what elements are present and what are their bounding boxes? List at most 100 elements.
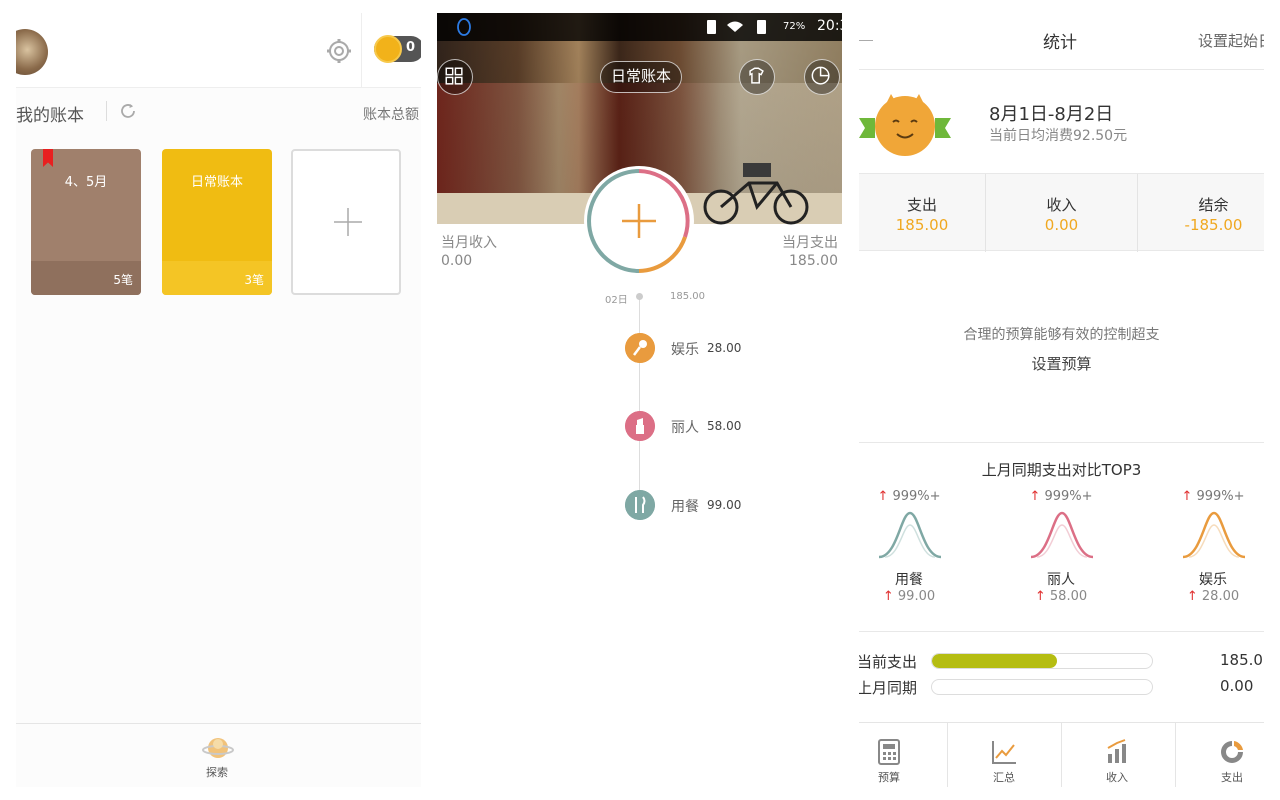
stats-header: 统计 设置起始日 bbox=[859, 13, 1264, 70]
skin-button[interactable] bbox=[739, 59, 775, 95]
month-income-label: 当月收入 bbox=[441, 235, 497, 251]
back-icon[interactable] bbox=[859, 40, 873, 41]
timeline bbox=[639, 295, 640, 505]
gear-icon[interactable] bbox=[325, 37, 353, 65]
coin-count: 0 bbox=[406, 40, 416, 55]
divider bbox=[1175, 723, 1176, 787]
progress-track bbox=[931, 653, 1153, 669]
last-month-row: 上月同期 0.00 bbox=[859, 675, 1264, 699]
date-range: 8月1日-8月2日 bbox=[989, 104, 1114, 125]
tab-budget[interactable]: 预算 bbox=[859, 723, 939, 787]
amount-row: ↑ 58.00 bbox=[1011, 589, 1111, 604]
month-expense-value: 185.00 bbox=[789, 253, 838, 269]
books-total-link[interactable]: 账本总额 bbox=[363, 104, 419, 124]
set-budget-button[interactable]: 设置预算 bbox=[859, 353, 1264, 374]
tab-expense[interactable]: 支出 bbox=[1182, 723, 1264, 787]
month-income-value: 0.00 bbox=[441, 253, 473, 269]
add-book-button[interactable] bbox=[291, 149, 401, 295]
add-record-button[interactable] bbox=[582, 164, 696, 278]
book-card[interactable]: 4、5月 5笔 bbox=[31, 149, 141, 295]
nav-explore-label[interactable]: 探索 bbox=[206, 764, 228, 780]
comparison-item[interactable]: ↑ 999%+ 娱乐 ↑ 28.00 bbox=[1163, 487, 1263, 617]
comparison-item[interactable]: ↑ 999%+ 用餐 ↑ 99.00 bbox=[859, 487, 959, 617]
timeline-date: 02日 bbox=[605, 295, 628, 306]
bottom-tabs: 预算 汇总 收入 支出 bbox=[859, 722, 1264, 787]
month-expense-label: 当月支出 bbox=[782, 235, 838, 251]
up-arrow-icon: ↑ bbox=[882, 589, 894, 604]
change-row: ↑ 999%+ bbox=[1163, 489, 1263, 504]
book-title: 4、5月 bbox=[64, 175, 108, 190]
change-percent: 999%+ bbox=[1044, 489, 1093, 504]
grid-button[interactable] bbox=[437, 59, 473, 95]
bell-curve-icon bbox=[1030, 511, 1094, 559]
ledger-screen: 72% 20:3 日常账本 当月收入 0.00 当月支出 185.00 02日 … bbox=[437, 13, 842, 787]
grid-icon bbox=[445, 67, 463, 85]
home-screen: 0 我的账本 账本总额 4、5月 5笔 日常账本 3笔 探索 bbox=[16, 13, 421, 787]
tab-income[interactable]: 收入 bbox=[1067, 723, 1167, 787]
change-percent: 999%+ bbox=[1196, 489, 1245, 504]
divider bbox=[106, 101, 107, 121]
refresh-icon[interactable] bbox=[118, 101, 138, 121]
planet-icon[interactable] bbox=[202, 735, 234, 761]
status-bar: 72% 20:3 bbox=[437, 13, 842, 41]
set-start-day-button[interactable]: 设置起始日 bbox=[1198, 30, 1264, 51]
up-arrow-icon: ↑ bbox=[1034, 589, 1046, 604]
comparison-amount: 99.00 bbox=[897, 589, 936, 604]
income-summary: 收入 0.00 bbox=[986, 174, 1137, 252]
expense-summary: 支出 185.00 bbox=[859, 174, 985, 252]
change-row: ↑ 999%+ bbox=[859, 489, 959, 504]
record-amount: 58.00 bbox=[707, 419, 742, 433]
book-card[interactable]: 日常账本 3笔 bbox=[162, 149, 272, 295]
home-top-bar: 0 bbox=[16, 13, 421, 88]
bell-curve-icon bbox=[878, 511, 942, 559]
coin-icon bbox=[374, 35, 402, 63]
compare-value: 185.00 bbox=[1220, 651, 1264, 669]
tab-summary[interactable]: 汇总 bbox=[954, 723, 1054, 787]
calculator-icon bbox=[878, 739, 900, 765]
budget-tip: 合理的预算能够有效的控制超支 bbox=[963, 327, 1160, 343]
section-title: 我的账本 bbox=[16, 106, 84, 126]
up-arrow-icon: ↑ bbox=[1029, 489, 1041, 504]
book-switcher[interactable]: 日常账本 bbox=[600, 61, 683, 93]
status-icons bbox=[707, 20, 766, 34]
comparison-item[interactable]: ↑ 999%+ 丽人 ↑ 58.00 bbox=[1011, 487, 1111, 617]
battery-percent: 72% bbox=[783, 21, 806, 32]
current-expense-row: 当前支出 185.00 bbox=[859, 649, 1264, 673]
compare-label: 上月同期 bbox=[859, 679, 918, 697]
up-arrow-icon: ↑ bbox=[1186, 589, 1198, 604]
divider bbox=[1061, 723, 1062, 787]
summary-value: -185.00 bbox=[1184, 216, 1243, 234]
clock: 20:3 bbox=[817, 18, 842, 34]
divider bbox=[361, 13, 362, 88]
comparison-category: 丽人 bbox=[1047, 572, 1075, 588]
coin-badge[interactable]: 0 bbox=[374, 35, 421, 63]
pie-chart-icon bbox=[811, 66, 830, 85]
page-title: 统计 bbox=[1043, 33, 1077, 53]
summary-label: 支出 bbox=[906, 196, 937, 214]
book-title: 日常账本 bbox=[190, 175, 243, 190]
compare-value: 0.00 bbox=[1220, 677, 1254, 695]
book-count: 3笔 bbox=[244, 273, 264, 287]
cat-badge-icon bbox=[859, 94, 951, 156]
avatar[interactable] bbox=[16, 29, 48, 75]
amount-row: ↑ 28.00 bbox=[1163, 589, 1263, 604]
summary-value: 185.00 bbox=[895, 216, 949, 234]
tab-label: 收入 bbox=[1106, 771, 1128, 784]
chart-button[interactable] bbox=[804, 59, 840, 95]
microphone-icon bbox=[625, 333, 655, 363]
summary-row: 支出 185.00 收入 0.00 结余 -185.00 bbox=[859, 173, 1264, 252]
change-row: ↑ 999%+ bbox=[1011, 489, 1111, 504]
amount-row: ↑ 99.00 bbox=[859, 589, 959, 604]
book-count: 5笔 bbox=[113, 273, 133, 287]
progress-track bbox=[931, 679, 1153, 695]
record-amount: 28.00 bbox=[707, 341, 742, 355]
pie-chart-icon bbox=[1221, 741, 1243, 763]
change-percent: 999%+ bbox=[892, 489, 941, 504]
record-category: 娱乐 bbox=[671, 342, 699, 358]
bell-curve-icon bbox=[1182, 511, 1246, 559]
timeline-total: 185.00 bbox=[670, 291, 705, 302]
progress-fill bbox=[932, 654, 1058, 668]
qq-icon bbox=[457, 18, 471, 36]
line-chart-icon bbox=[992, 741, 1016, 764]
plus-icon bbox=[334, 208, 362, 236]
